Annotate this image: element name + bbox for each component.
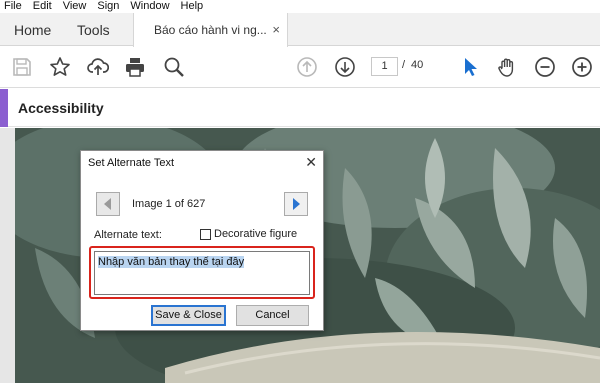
page-down-icon[interactable] [334, 56, 356, 78]
tab-document-label: Báo cáo hành vi ng... [154, 23, 267, 37]
tab-tools[interactable]: Tools [77, 13, 110, 46]
alternate-text-label: Alternate text: [94, 229, 162, 241]
tab-document[interactable]: Báo cáo hành vi ng... × [133, 13, 288, 47]
upload-cloud-icon[interactable] [87, 56, 109, 78]
zoom-out-icon[interactable] [534, 56, 556, 78]
image-counter: Image 1 of 627 [132, 198, 206, 210]
menu-edit[interactable]: Edit [33, 0, 52, 13]
decorative-figure-checkbox[interactable] [200, 229, 211, 240]
page-up-icon[interactable] [296, 56, 318, 78]
star-icon[interactable] [49, 56, 71, 78]
accessibility-panel-header: Accessibility [0, 89, 600, 127]
menu-help[interactable]: Help [181, 0, 204, 13]
decorative-figure-label[interactable]: Decorative figure [214, 228, 297, 240]
menu-file[interactable]: File [4, 0, 22, 13]
tab-home[interactable]: Home [14, 13, 51, 46]
set-alternate-text-dialog: Set Alternate Text ✕ Image 1 of 627 Alte… [80, 150, 324, 331]
panel-title: Accessibility [18, 100, 104, 116]
zoom-in-icon[interactable] [571, 56, 593, 78]
page-total: 40 [411, 59, 424, 71]
tab-bar: Home Tools Báo cáo hành vi ng... × [0, 13, 600, 47]
page-number-input[interactable]: 1 [371, 57, 398, 76]
cancel-button[interactable]: Cancel [236, 305, 309, 326]
toolbar: 1 / 40 [0, 47, 600, 88]
alternate-text-input[interactable]: Nhập văn bản thay thế tại đây [94, 251, 310, 295]
save-icon[interactable] [11, 56, 33, 78]
close-icon[interactable]: ✕ [305, 154, 317, 171]
next-image-button[interactable] [284, 192, 308, 216]
select-pointer-icon[interactable] [459, 56, 481, 78]
menu-sign[interactable]: Sign [97, 0, 119, 13]
save-and-close-button[interactable]: Save & Close [151, 305, 226, 326]
panel-accent-bar [0, 89, 8, 127]
close-tab-icon[interactable]: × [272, 22, 280, 37]
hand-tool-icon[interactable] [496, 56, 518, 78]
page-separator: / [402, 59, 406, 71]
dialog-title: Set Alternate Text [88, 157, 175, 169]
triangle-left-icon [104, 198, 111, 210]
alternate-text-value: Nhập văn bản thay thế tại đây [98, 256, 245, 268]
menu-window[interactable]: Window [130, 0, 169, 13]
zoom-search-icon[interactable] [163, 56, 185, 78]
menu-bar: File Edit View Sign Window Help [0, 0, 600, 13]
previous-image-button[interactable] [96, 192, 120, 216]
menu-view[interactable]: View [63, 0, 87, 13]
print-icon[interactable] [124, 56, 146, 78]
triangle-right-icon [293, 198, 300, 210]
